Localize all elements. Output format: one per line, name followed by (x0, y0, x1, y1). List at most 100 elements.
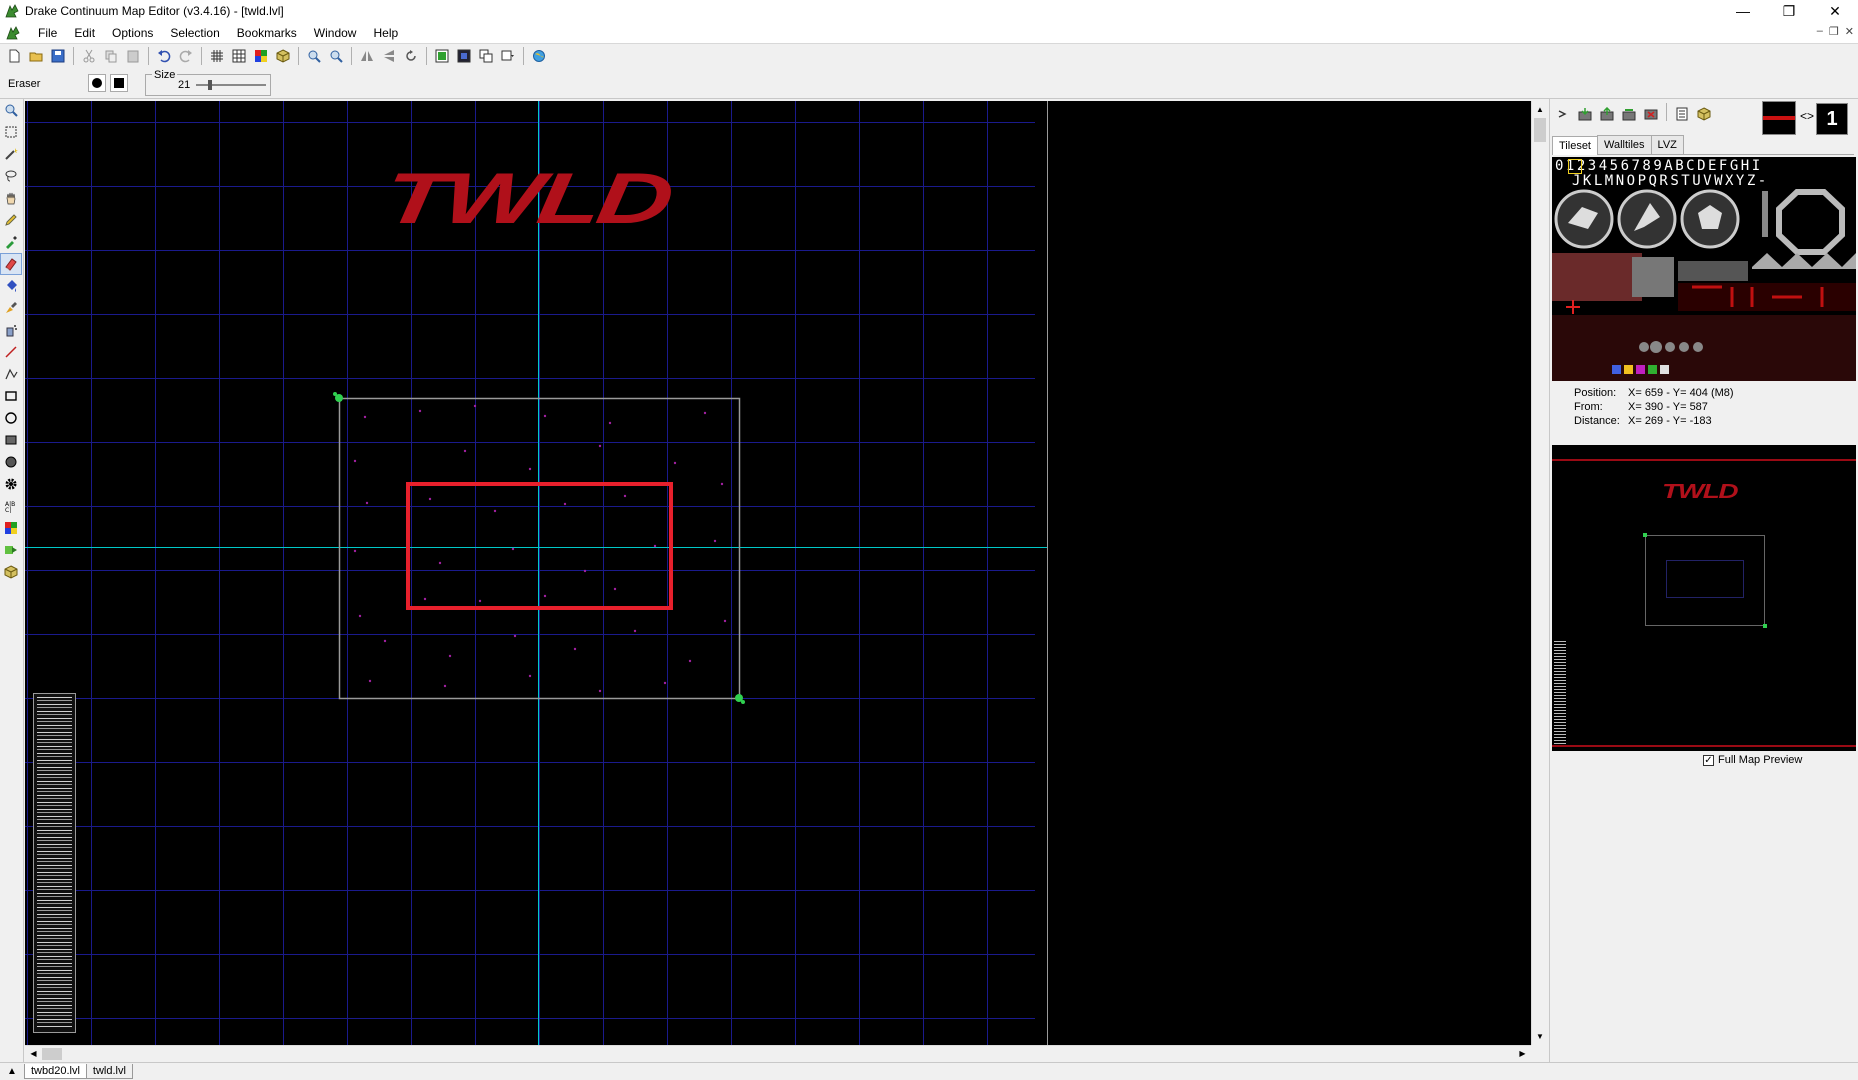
grid-button[interactable] (206, 45, 228, 67)
radar-button[interactable] (453, 45, 475, 67)
scroll-left-arrow[interactable]: ◀ (25, 1046, 42, 1062)
map-horizontal-scrollbar[interactable]: ◀ ▶ (25, 1045, 1531, 1062)
round-brush-button[interactable] (88, 74, 106, 92)
polyline-tool[interactable] (0, 363, 22, 385)
scroll-up-arrow[interactable]: ▲ (1532, 101, 1548, 118)
secondary-tile-swatch[interactable]: 1 (1816, 103, 1848, 135)
full-map-preview-option[interactable]: ✓ Full Map Preview (1703, 754, 1802, 766)
fine-grid-button[interactable] (228, 45, 250, 67)
full-map-preview-checkbox[interactable]: ✓ (1703, 754, 1714, 766)
tile-properties-button[interactable] (1671, 103, 1693, 125)
swap-tiles-button[interactable]: <> (1800, 109, 1814, 123)
spray-tool[interactable] (0, 319, 22, 341)
lasso-icon (5, 170, 17, 182)
status-distance: Distance: X= 269 - Y= -183 (1574, 415, 1712, 427)
flip-horizontal-button[interactable] (356, 45, 378, 67)
menu-selection[interactable]: Selection (163, 26, 229, 40)
ellipse-tool[interactable] (0, 407, 22, 429)
replace-tool[interactable] (0, 297, 22, 319)
menu-options[interactable]: Options (105, 26, 163, 40)
lvz-tool[interactable] (0, 561, 22, 583)
scroll-thumb-horizontal[interactable] (42, 1048, 62, 1060)
window-tile-button[interactable] (475, 45, 497, 67)
import-tileset-button[interactable] (1574, 103, 1596, 125)
tab-twld[interactable]: twld.lvl (85, 1064, 133, 1079)
lvz-cube-icon (4, 565, 18, 579)
color-tool[interactable] (0, 517, 22, 539)
gear-tool[interactable] (0, 473, 22, 495)
lvz-button[interactable] (272, 45, 294, 67)
tab-twbd20[interactable]: twbd20.lvl (24, 1064, 87, 1079)
flip-vertical-button[interactable] (378, 45, 400, 67)
tab-tileset[interactable]: Tileset (1552, 136, 1598, 155)
minimize-button[interactable]: — (1720, 0, 1766, 22)
tab-walltiles[interactable]: Walltiles (1597, 135, 1652, 154)
magic-wand-tool[interactable] (0, 143, 22, 165)
menu-bookmarks[interactable]: Bookmarks (230, 26, 307, 40)
filled-rectangle-tool[interactable] (0, 429, 22, 451)
map-vertical-scrollbar[interactable]: ▲ ▼ (1531, 101, 1548, 1045)
pencil-icon (5, 214, 17, 226)
menu-file[interactable]: File (31, 26, 67, 40)
menu-window[interactable]: Window (307, 26, 367, 40)
rectangle-tool[interactable] (0, 385, 22, 407)
mdi-restore-button[interactable]: ❐ (1829, 25, 1839, 38)
mdi-close-button[interactable]: ✕ (1845, 25, 1854, 38)
select-tool[interactable] (0, 121, 22, 143)
lasso-tool[interactable] (0, 165, 22, 187)
scroll-thumb-vertical[interactable] (1534, 118, 1546, 142)
line-tool[interactable] (0, 341, 22, 363)
scroll-right-arrow[interactable]: ▶ (1514, 1046, 1531, 1062)
cut-button[interactable] (78, 45, 100, 67)
layers-dropdown-button[interactable] (497, 45, 519, 67)
size-slider-thumb[interactable] (208, 80, 212, 90)
minimap[interactable]: TWLD (1552, 445, 1856, 751)
lvz-cube-icon (1697, 107, 1711, 121)
delete-tileset-button[interactable] (1640, 103, 1662, 125)
pencil-tool[interactable] (0, 209, 22, 231)
export-tileset-button[interactable] (1596, 103, 1618, 125)
zoom-tool[interactable] (0, 99, 22, 121)
mdi-minimize-button[interactable]: – (1817, 25, 1823, 38)
eraser-tool[interactable] (0, 253, 22, 275)
toolbar-separator (426, 46, 427, 65)
close-button[interactable]: ✕ (1812, 0, 1858, 22)
zoom-out-button[interactable] (325, 45, 347, 67)
primary-tile-swatch[interactable] (1762, 101, 1796, 135)
menu-help[interactable]: Help (366, 26, 408, 40)
copy-button[interactable] (100, 45, 122, 67)
tab-lvz[interactable]: LVZ (1650, 135, 1684, 154)
map-grid (25, 101, 1035, 1045)
zoom-in-button[interactable] (303, 45, 325, 67)
square-brush-button[interactable] (110, 74, 128, 92)
size-slider[interactable] (196, 80, 266, 90)
undo-button[interactable] (153, 45, 175, 67)
scroll-down-arrow[interactable]: ▼ (1532, 1028, 1548, 1045)
color-mode-button[interactable] (250, 45, 272, 67)
tileset-grid[interactable]: 0123456789ABCDEFGHI JKLMNOPQRSTUVWXYZ- (1552, 157, 1856, 381)
hand-tool[interactable] (0, 187, 22, 209)
default-tileset-button[interactable] (1618, 103, 1640, 125)
filled-ellipse-tool[interactable] (0, 451, 22, 473)
panel-expand-button[interactable] (1552, 103, 1574, 125)
line-icon (5, 346, 17, 358)
tabs-scroll-up-icon[interactable]: ▲ (0, 1066, 24, 1077)
select-all-button[interactable] (431, 45, 453, 67)
document-system-icon[interactable] (5, 25, 21, 41)
panel-lvz-button[interactable] (1693, 103, 1715, 125)
redo-button[interactable] (175, 45, 197, 67)
rotate-button[interactable] (400, 45, 422, 67)
eyedropper-tool[interactable] (0, 231, 22, 253)
bucket-tool[interactable] (0, 275, 22, 297)
region-tool[interactable] (0, 539, 22, 561)
new-button[interactable] (3, 45, 25, 67)
paste-button[interactable] (122, 45, 144, 67)
region-corner-top-left[interactable] (333, 392, 343, 402)
test-map-button[interactable] (528, 45, 550, 67)
open-button[interactable] (25, 45, 47, 67)
text-tool[interactable]: A|B C| (0, 495, 22, 517)
map-canvas[interactable]: TWLD (25, 101, 1531, 1045)
menu-edit[interactable]: Edit (67, 26, 105, 40)
save-button[interactable] (47, 45, 69, 67)
restore-button[interactable]: ❐ (1766, 0, 1812, 22)
